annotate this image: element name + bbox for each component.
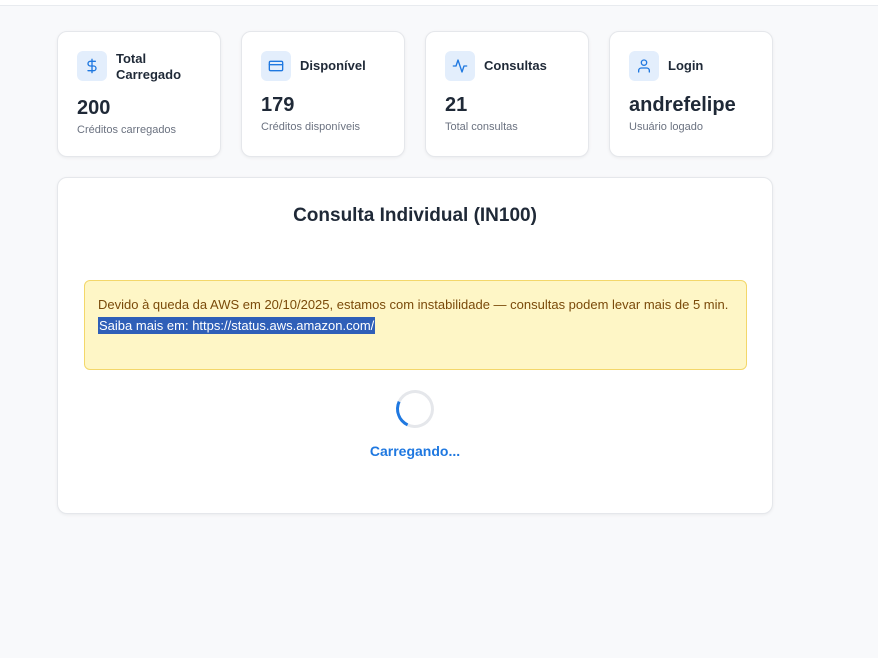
- card-title: Total Carregado: [116, 51, 181, 83]
- user-icon: [629, 51, 659, 81]
- dollar-icon: [77, 51, 107, 81]
- card-title: Login: [668, 58, 704, 73]
- card-subtitle: Créditos disponíveis: [261, 121, 361, 133]
- card-consultas: Consultas 21 Total consultas: [425, 31, 589, 157]
- warning-banner: Devido à queda da AWS em 20/10/2025, est…: [84, 280, 747, 370]
- card-login: Login andrefelipe Usuário logado: [609, 31, 773, 157]
- card-title: Consultas: [484, 58, 547, 73]
- activity-icon: [445, 51, 475, 81]
- card-subtitle: Usuário logado: [629, 121, 703, 133]
- warning-text: Devido à queda da AWS em 20/10/2025, est…: [98, 297, 729, 312]
- card-value: 200: [77, 97, 111, 119]
- stats-cards: Total Carregado 200 Créditos carregados …: [57, 31, 773, 157]
- card-title-line1: Total: [116, 51, 147, 66]
- panel-title: Consulta Individual (IN100): [293, 205, 537, 226]
- card-title: Disponível: [300, 58, 366, 73]
- card-value: 179: [261, 94, 295, 116]
- card-title-line2: Carregado: [116, 67, 182, 82]
- card-disponivel: Disponível 179 Créditos disponíveis: [241, 31, 405, 157]
- card-subtitle: Total consultas: [445, 121, 518, 133]
- warning-link[interactable]: Saiba mais em: https://status.aws.amazon…: [98, 317, 376, 334]
- card-value: andrefelipe: [629, 94, 736, 116]
- consulta-panel: Consulta Individual (IN100) Devido à que…: [57, 177, 773, 514]
- card-value: 21: [445, 94, 468, 116]
- card-total-carregado: Total Carregado 200 Créditos carregados: [57, 31, 221, 157]
- loading-text: Carregando...: [369, 443, 461, 459]
- top-bar: [0, 0, 878, 6]
- card-subtitle: Créditos carregados: [77, 124, 177, 136]
- loading-spinner-icon: [390, 384, 440, 434]
- credit-card-icon: [261, 51, 291, 81]
